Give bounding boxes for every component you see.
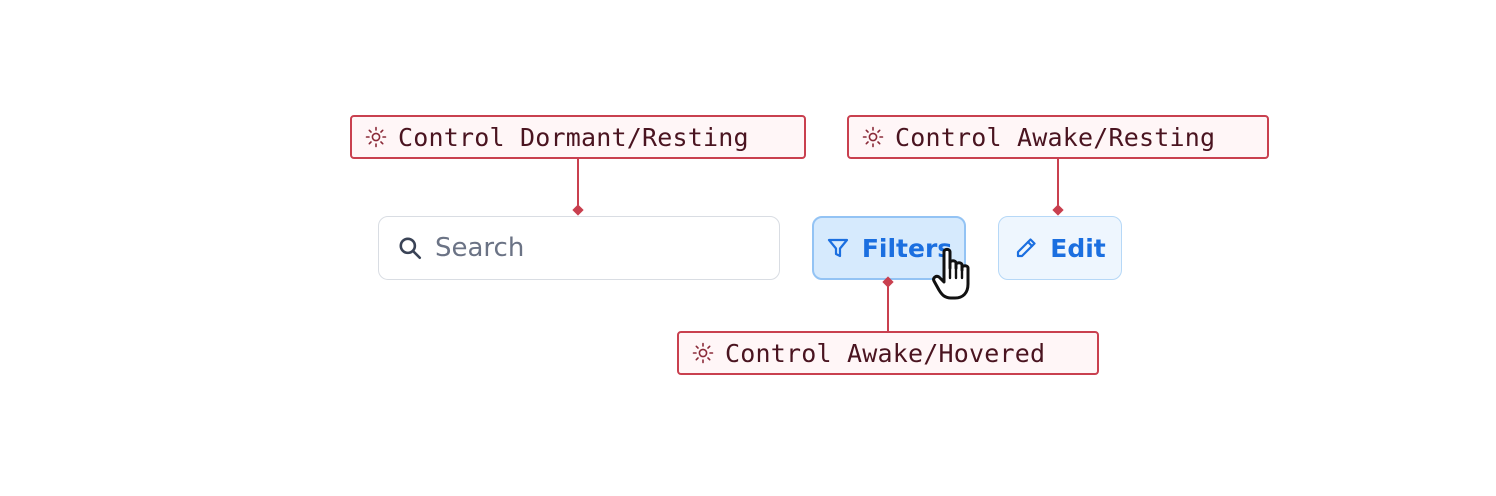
edit-label: Edit: [1050, 233, 1106, 263]
search-icon: [397, 235, 423, 261]
connector-dot: [572, 204, 584, 216]
hand-pointer-cursor-icon: [931, 246, 981, 306]
edit-button[interactable]: Edit: [998, 216, 1122, 280]
connector-dot: [1052, 204, 1064, 216]
annotation-awake-resting: Control Awake/Resting: [847, 115, 1269, 159]
annotation-label: Control Awake/Hovered: [725, 338, 1046, 368]
search-input[interactable]: Search: [378, 216, 780, 280]
annotation-dormant-resting: Control Dormant/Resting: [350, 115, 806, 159]
annotation-awake-hovered: Control Awake/Hovered: [677, 331, 1099, 375]
connector-line: [1057, 159, 1059, 209]
sun-icon: [364, 125, 388, 149]
connector-line: [887, 283, 889, 331]
annotation-label: Control Awake/Resting: [895, 122, 1216, 152]
sun-icon: [861, 125, 885, 149]
search-placeholder: Search: [435, 233, 525, 263]
filter-icon: [826, 236, 850, 260]
sun-icon: [691, 341, 715, 365]
pencil-icon: [1014, 236, 1038, 260]
annotation-label: Control Dormant/Resting: [398, 122, 749, 152]
connector-line: [577, 159, 579, 209]
